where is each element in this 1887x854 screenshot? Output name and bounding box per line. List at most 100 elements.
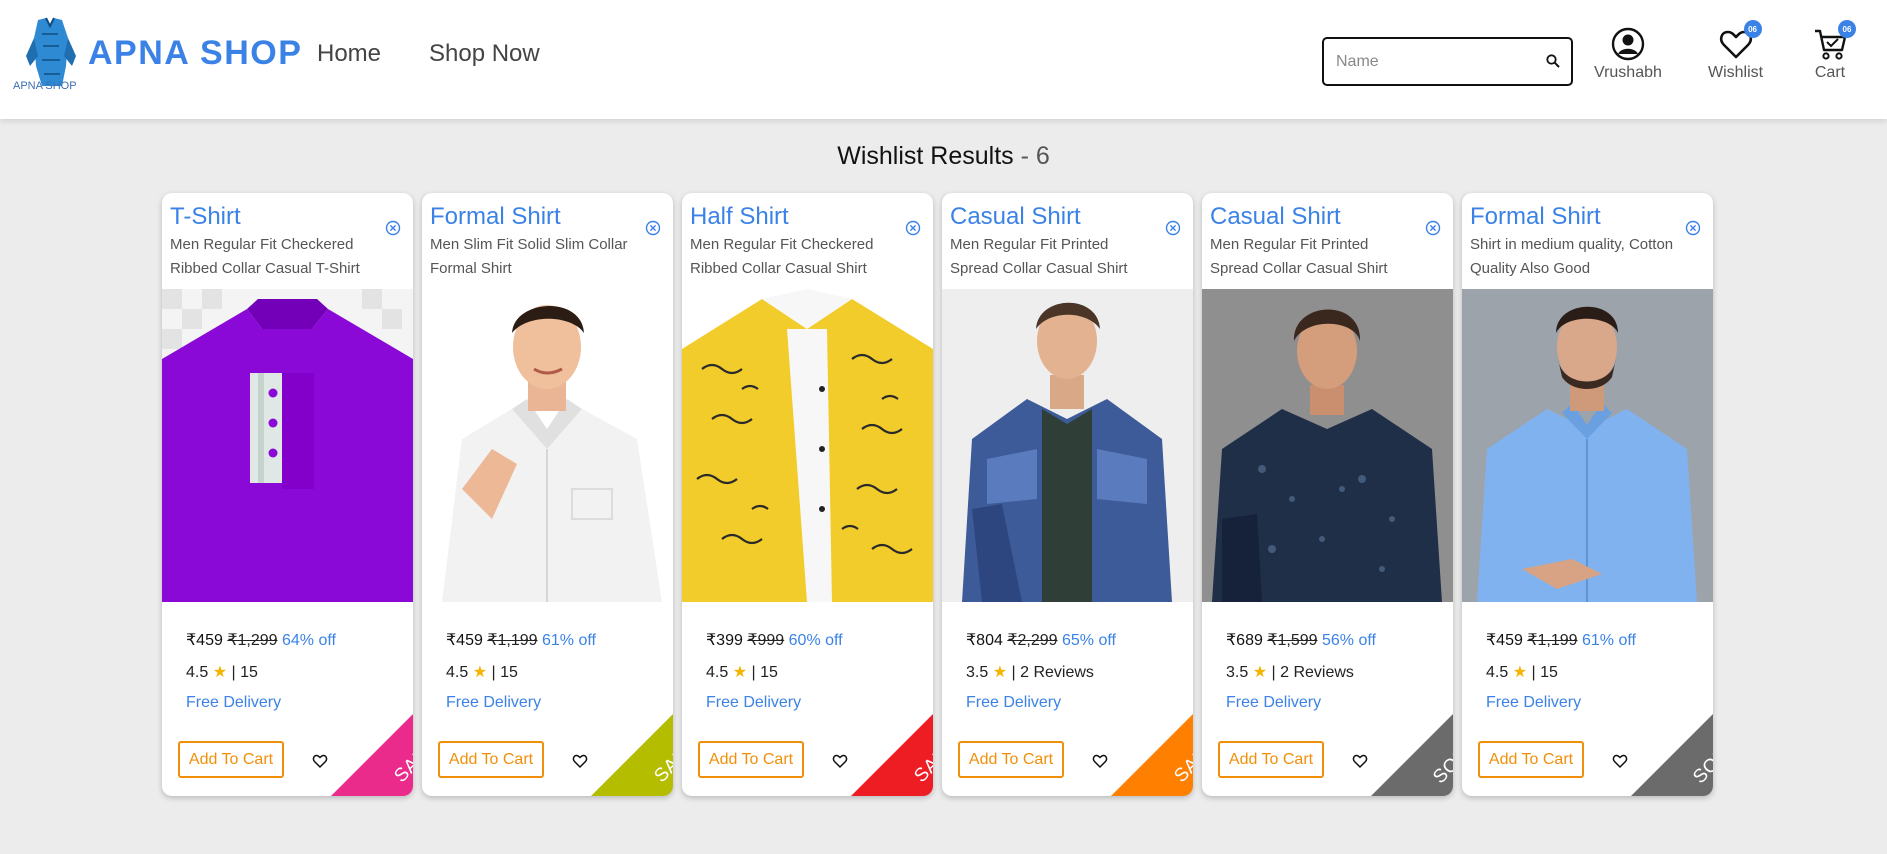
- product-description: Men Slim Fit Solid Slim Collar Formal Sh…: [430, 236, 628, 277]
- star-icon: ★: [732, 664, 748, 681]
- add-to-cart-button[interactable]: Add To Cart: [438, 741, 544, 778]
- review-count: 15: [240, 664, 258, 681]
- product-image[interactable]: [682, 289, 933, 602]
- product-description: Men Regular Fit Checkered Ribbed Collar …: [690, 236, 874, 277]
- product-title[interactable]: Half Shirt: [690, 203, 789, 231]
- sale-ribbon: SALE: [1042, 665, 1193, 796]
- cart-count-badge: 06: [1838, 20, 1856, 38]
- search-box: [1322, 37, 1573, 86]
- product-image[interactable]: [1462, 289, 1713, 602]
- product-title[interactable]: Casual Shirt: [950, 203, 1081, 231]
- product-card[interactable]: Casual Shirt Men Regular Fit Printed Spr…: [942, 193, 1193, 796]
- user-account-button[interactable]: Vrushabh: [1594, 26, 1662, 82]
- original-price: ₹999: [747, 632, 785, 649]
- remove-from-wishlist-icon[interactable]: [905, 220, 921, 236]
- discount-percent: 56% off: [1322, 632, 1376, 649]
- discount-percent: 61% off: [1582, 632, 1636, 649]
- product-price: ₹459 ₹1,199 61% off: [1486, 630, 1636, 650]
- delivery-info: Free Delivery: [706, 694, 802, 711]
- sale-price: ₹459: [446, 632, 483, 649]
- add-to-cart-button[interactable]: Add To Cart: [1478, 741, 1584, 778]
- product-title[interactable]: Formal Shirt: [430, 203, 561, 231]
- product-card[interactable]: Casual Shirt Men Regular Fit Printed Spr…: [1202, 193, 1453, 796]
- heart-icon[interactable]: [1352, 753, 1368, 769]
- product-description: Men Regular Fit Checkered Ribbed Collar …: [170, 236, 360, 277]
- product-card[interactable]: T-Shirt Men Regular Fit Checkered Ribbed…: [162, 193, 413, 796]
- product-image[interactable]: [422, 289, 673, 602]
- user-circle-icon: [1611, 27, 1645, 61]
- product-price: ₹804 ₹2,299 65% off: [966, 630, 1116, 650]
- sale-price: ₹399: [706, 632, 743, 649]
- star-icon: ★: [212, 664, 228, 681]
- product-title[interactable]: Casual Shirt: [1210, 203, 1341, 231]
- delivery-info: Free Delivery: [966, 694, 1062, 711]
- product-title[interactable]: T-Shirt: [170, 203, 241, 231]
- delivery-info: Free Delivery: [186, 694, 282, 711]
- product-image[interactable]: [942, 289, 1193, 602]
- wishlist-results-heading: Wishlist Results - 6: [0, 142, 1887, 171]
- sold-ribbon: SOLD: [1562, 665, 1713, 796]
- results-label: Wishlist Results: [837, 142, 1014, 170]
- star-icon: ★: [1252, 664, 1268, 681]
- remove-from-wishlist-icon[interactable]: [1425, 220, 1441, 236]
- original-price: ₹1,199: [1527, 632, 1578, 649]
- product-image[interactable]: [162, 289, 413, 602]
- rating-value: 3.5: [1226, 664, 1249, 681]
- cart-button[interactable]: 06 Cart: [1812, 20, 1856, 82]
- heart-icon[interactable]: [572, 753, 588, 769]
- heart-icon[interactable]: [312, 753, 328, 769]
- remove-from-wishlist-icon[interactable]: [385, 220, 401, 236]
- product-rating: 3.5 ★ | 2 Reviews: [966, 664, 1094, 681]
- ribbon-label: SALE: [1170, 736, 1193, 787]
- wishlist-button[interactable]: 06 Wishlist: [1708, 20, 1764, 82]
- review-count: 2 Reviews: [1020, 664, 1094, 681]
- brand-name[interactable]: APNA SHOP: [88, 34, 302, 73]
- top-navbar: APNA SHOP APNA SHOP Home Shop Now Vrusha…: [0, 0, 1887, 119]
- original-price: ₹1,299: [227, 632, 278, 649]
- product-price: ₹459 ₹1,299 64% off: [186, 630, 336, 650]
- original-price: ₹2,299: [1007, 632, 1058, 649]
- product-price: ₹459 ₹1,199 61% off: [446, 630, 596, 650]
- user-name-label: Vrushabh: [1594, 64, 1662, 81]
- nav-home-link[interactable]: Home: [317, 40, 381, 68]
- ribbon-label: SALE: [390, 736, 413, 787]
- sale-price: ₹459: [1486, 632, 1523, 649]
- product-card[interactable]: Half Shirt Men Regular Fit Checkered Rib…: [682, 193, 933, 796]
- heart-icon[interactable]: [1092, 753, 1108, 769]
- nav-shop-now-link[interactable]: Shop Now: [429, 40, 540, 68]
- search-icon[interactable]: [1545, 53, 1561, 69]
- wishlist-label: Wishlist: [1708, 64, 1764, 81]
- remove-from-wishlist-icon[interactable]: [1685, 220, 1701, 236]
- rating-value: 4.5: [186, 664, 209, 681]
- wishlist-icon-wrap: 06: [1718, 20, 1762, 62]
- add-to-cart-button[interactable]: Add To Cart: [698, 741, 804, 778]
- add-to-cart-button[interactable]: Add To Cart: [178, 741, 284, 778]
- sale-ribbon: SALE: [522, 665, 673, 796]
- original-price: ₹1,199: [487, 632, 538, 649]
- product-card[interactable]: Formal Shirt Shirt in medium quality, Co…: [1462, 193, 1713, 796]
- cart-icon-wrap: 06: [1812, 20, 1856, 62]
- ribbon-label: SALE: [910, 736, 933, 787]
- product-title[interactable]: Formal Shirt: [1470, 203, 1601, 231]
- sale-price: ₹689: [1226, 632, 1263, 649]
- discount-percent: 64% off: [282, 632, 336, 649]
- product-rating: 4.5 ★ | 15: [186, 664, 258, 681]
- product-rating: 4.5 ★ | 15: [706, 664, 778, 681]
- add-to-cart-button[interactable]: Add To Cart: [1218, 741, 1324, 778]
- remove-from-wishlist-icon[interactable]: [1165, 220, 1181, 236]
- rating-value: 4.5: [706, 664, 729, 681]
- product-image[interactable]: [1202, 289, 1453, 602]
- wishlist-count-badge: 06: [1743, 20, 1762, 38]
- heart-icon[interactable]: [1612, 753, 1628, 769]
- star-icon: ★: [472, 664, 488, 681]
- heart-icon[interactable]: [832, 753, 848, 769]
- product-description: Shirt in medium quality, Cotton Quality …: [1470, 236, 1674, 277]
- remove-from-wishlist-icon[interactable]: [645, 220, 661, 236]
- search-input[interactable]: [1336, 49, 1536, 75]
- sale-ribbon: SALE: [782, 665, 933, 796]
- product-card[interactable]: Formal Shirt Men Slim Fit Solid Slim Col…: [422, 193, 673, 796]
- add-to-cart-button[interactable]: Add To Cart: [958, 741, 1064, 778]
- star-icon: ★: [992, 664, 1008, 681]
- star-icon: ★: [1512, 664, 1528, 681]
- ribbon-label: SOLD: [1689, 735, 1713, 789]
